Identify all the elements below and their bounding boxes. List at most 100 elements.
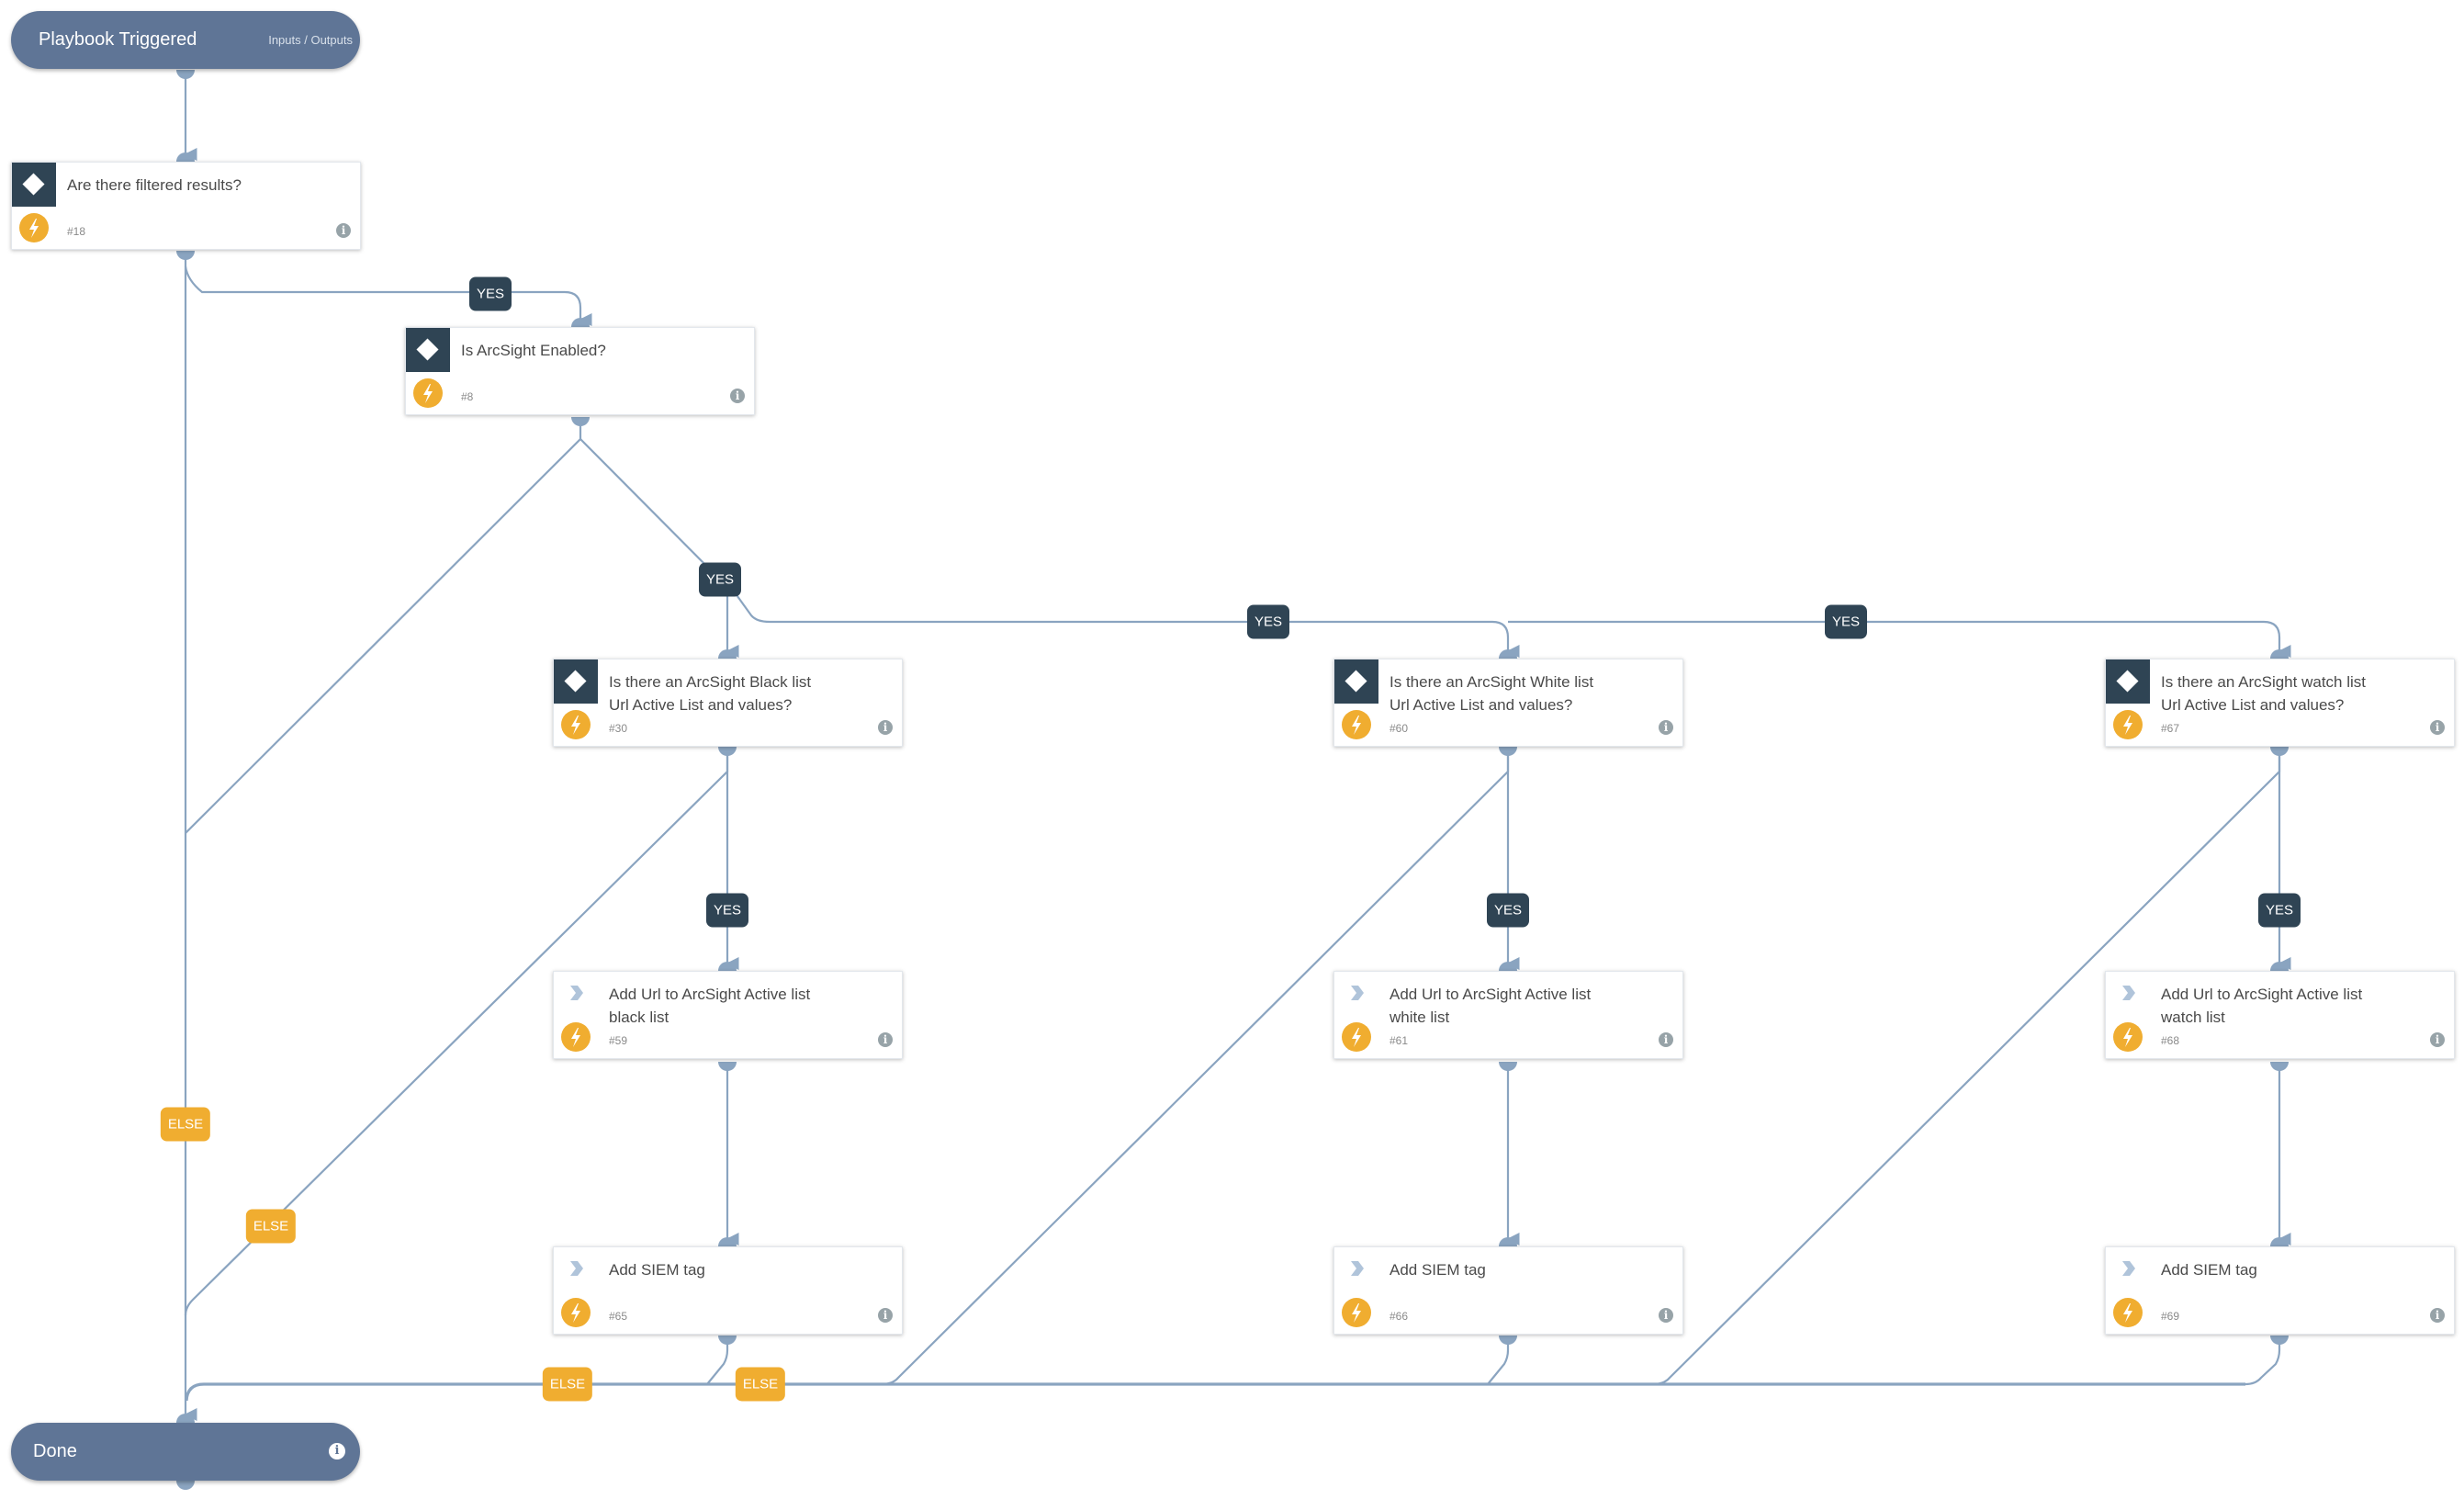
port-67-in	[2270, 649, 2289, 659]
condition-icon	[12, 163, 56, 207]
port-66-in	[1499, 1237, 1517, 1246]
port-done-out	[176, 1481, 195, 1490]
info-icon[interactable]: i	[2430, 1308, 2445, 1323]
done-node-title: Done	[33, 1441, 77, 1461]
edge-8-yes-67	[1508, 620, 2291, 658]
info-icon[interactable]: i	[2430, 720, 2445, 735]
automation-bolt-icon	[2113, 710, 2143, 739]
action-chevron-icon	[2122, 1261, 2135, 1276]
edge-merge-done	[185, 1382, 2245, 1402]
task-name: Add SIEM tag	[1390, 1261, 1486, 1279]
yes-badge-60-61[interactable]: YES	[1486, 893, 1530, 928]
info-icon[interactable]: i	[1659, 1032, 1673, 1047]
task-name: Is there an ArcSight watch list Url Acti…	[2161, 673, 2366, 714]
task-number: #68	[2161, 1034, 2180, 1047]
port-68-in	[2270, 962, 2289, 971]
start-node-title: Playbook Triggered	[39, 29, 197, 50]
yes-badge-8-60[interactable]: YES	[1246, 604, 1290, 639]
port-60-in	[1499, 649, 1517, 659]
port-66-out	[1499, 1336, 1517, 1345]
action-chevron-icon	[1351, 986, 1364, 1000]
task-number: #65	[609, 1310, 628, 1323]
edge-8-yes-60-67	[734, 592, 1520, 658]
info-icon[interactable]: i	[2430, 1032, 2445, 1047]
done-node[interactable]: Done i	[11, 1423, 360, 1481]
task-name: Add SIEM tag	[609, 1261, 705, 1279]
port-61-in	[1499, 962, 1517, 971]
port-65-out	[718, 1336, 737, 1345]
port-59-out	[718, 1062, 737, 1071]
task-card-59[interactable]: Add Url to ArcSight Active list black li…	[553, 971, 903, 1059]
task-number: #8	[461, 390, 474, 403]
edge-8-done	[185, 418, 582, 834]
action-chevron-icon	[2122, 986, 2135, 1000]
yes-badge-67-68[interactable]: YES	[2257, 893, 2301, 928]
condition-icon	[1334, 659, 1378, 704]
port-69-out	[2270, 1336, 2289, 1345]
task-name: Are there filtered results?	[67, 176, 242, 194]
task-number: #30	[609, 722, 628, 735]
info-icon[interactable]: i	[336, 223, 351, 238]
automation-bolt-icon	[561, 710, 591, 739]
task-name: Add Url to ArcSight Active list white li…	[1390, 986, 1592, 1026]
edge-8-yes	[579, 438, 721, 580]
task-name: Add SIEM tag	[2161, 1261, 2257, 1279]
playbook-triggered-node[interactable]: Playbook Triggered Inputs / Outputs	[11, 11, 360, 69]
task-number: #66	[1390, 1310, 1409, 1323]
automation-bolt-icon	[561, 1022, 591, 1052]
task-number: #59	[609, 1034, 628, 1047]
task-card-66[interactable]: Add SIEM tag #66 i	[1333, 1246, 1683, 1335]
task-name: Is there an ArcSight White list Url Acti…	[1390, 673, 1594, 714]
yes-badge-18-8[interactable]: YES	[468, 276, 512, 311]
info-icon[interactable]: i	[878, 720, 893, 735]
info-icon[interactable]: i	[1659, 720, 1673, 735]
info-icon[interactable]: i	[878, 1308, 893, 1323]
else-badge-60[interactable]: ELSE	[542, 1367, 593, 1402]
task-number: #61	[1390, 1034, 1409, 1047]
port-61-out	[1499, 1062, 1517, 1071]
edge-18-yes-8	[184, 265, 592, 326]
task-number: #18	[67, 225, 86, 238]
inputs-outputs-link[interactable]: Inputs / Outputs	[268, 11, 353, 69]
info-icon[interactable]: i	[730, 389, 745, 403]
task-name: Is there an ArcSight Black list Url Acti…	[609, 673, 812, 714]
task-card-8[interactable]: Is ArcSight Enabled? #8 i	[405, 327, 755, 415]
port-start-out	[176, 70, 195, 79]
task-card-60[interactable]: Is there an ArcSight White list Url Acti…	[1333, 659, 1683, 747]
else-badge-30[interactable]: ELSE	[245, 1209, 297, 1244]
task-card-67[interactable]: Is there an ArcSight watch list Url Acti…	[2105, 659, 2455, 747]
automation-bolt-icon	[2113, 1022, 2143, 1052]
task-number: #67	[2161, 722, 2180, 735]
port-65-in	[718, 1237, 737, 1246]
else-badge-67[interactable]: ELSE	[735, 1367, 786, 1402]
automation-bolt-icon	[2113, 1298, 2143, 1327]
condition-icon	[406, 328, 450, 372]
port-30-out	[718, 747, 737, 756]
info-icon[interactable]: i	[329, 1443, 345, 1460]
task-card-68[interactable]: Add Url to ArcSight Active list watch li…	[2105, 971, 2455, 1059]
yes-badge-8-30[interactable]: YES	[698, 562, 742, 597]
condition-icon	[554, 659, 598, 704]
task-card-61[interactable]: Add Url to ArcSight Active list white li…	[1333, 971, 1683, 1059]
port-8-out	[571, 417, 590, 426]
else-badge-18[interactable]: ELSE	[160, 1107, 211, 1142]
port-68-out	[2270, 1062, 2289, 1071]
automation-bolt-icon	[413, 378, 443, 408]
edge-69-done	[2245, 1336, 2281, 1386]
task-card-69[interactable]: Add SIEM tag #69 i	[2105, 1246, 2455, 1335]
task-card-30[interactable]: Is there an ArcSight Black list Url Acti…	[553, 659, 903, 747]
task-card-18[interactable]: Are there filtered results? #18 i	[11, 162, 361, 250]
task-card-65[interactable]: Add SIEM tag #65 i	[553, 1246, 903, 1335]
info-icon[interactable]: i	[1659, 1308, 1673, 1323]
task-name: Add Url to ArcSight Active list black li…	[609, 986, 811, 1026]
yes-badge-30-59[interactable]: YES	[705, 893, 749, 928]
automation-bolt-icon	[1342, 1022, 1371, 1052]
port-18-out	[176, 251, 195, 260]
port-8-in	[571, 318, 590, 327]
action-chevron-icon	[1351, 1261, 1364, 1276]
port-69-in	[2270, 1237, 2289, 1246]
yes-badge-8-67[interactable]: YES	[1824, 604, 1868, 639]
action-chevron-icon	[570, 986, 583, 1000]
port-60-out	[1499, 747, 1517, 756]
info-icon[interactable]: i	[878, 1032, 893, 1047]
